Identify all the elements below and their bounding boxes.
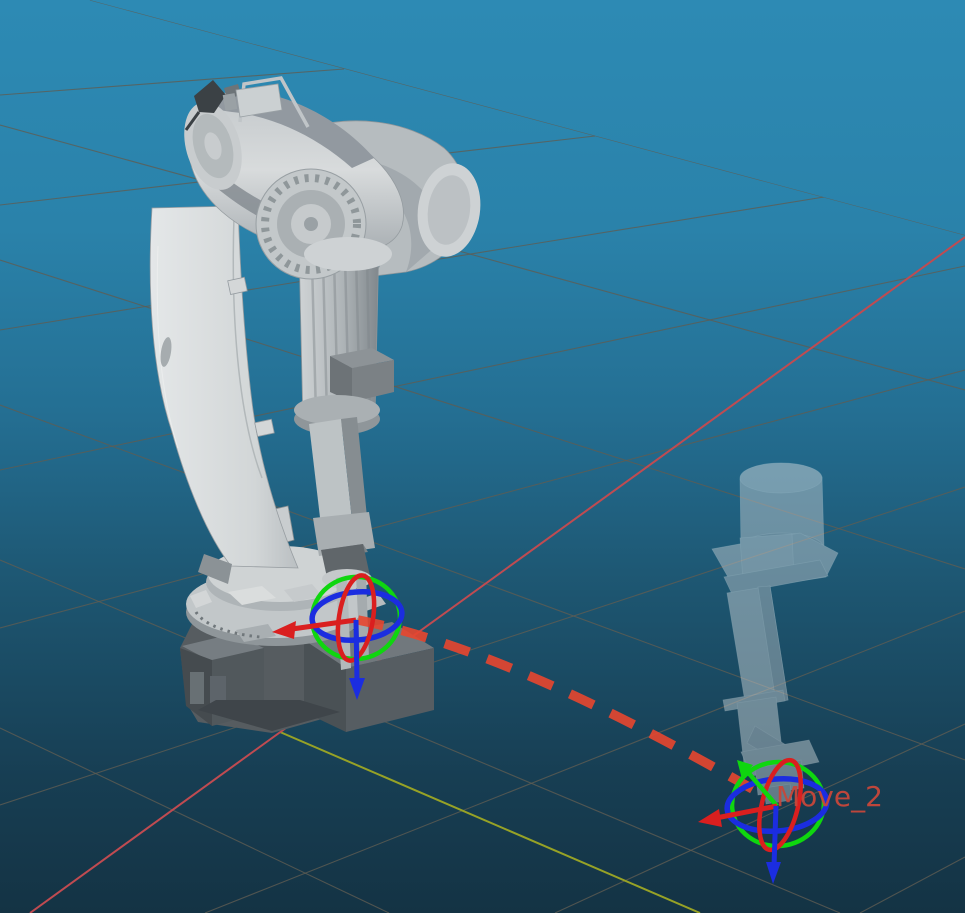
3d-scene[interactable]: Move_2 [0, 0, 965, 913]
3d-viewport[interactable]: Move_2 [0, 0, 965, 913]
target-label[interactable]: Move_2 [776, 780, 883, 813]
